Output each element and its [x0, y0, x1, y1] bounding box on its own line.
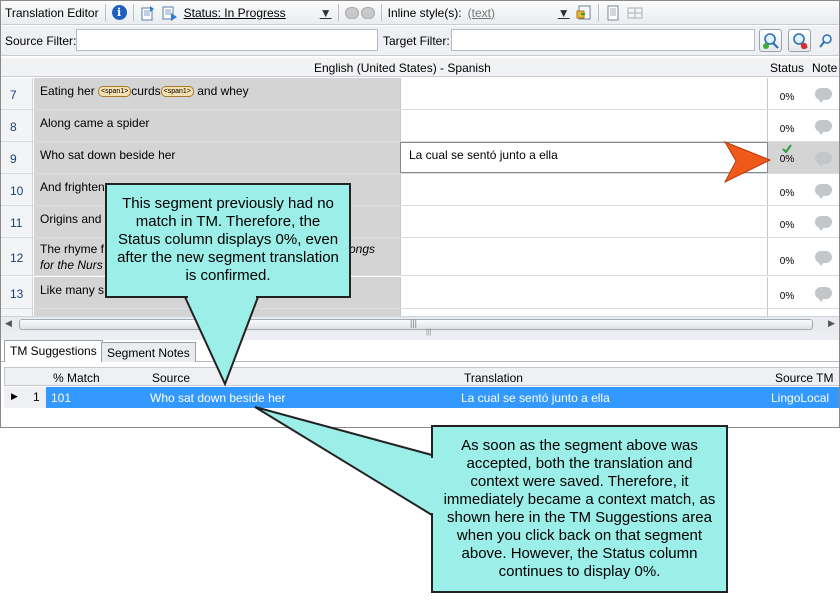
callout-bottom: As soon as the segment above was accepte…	[431, 425, 728, 593]
callout-seam	[430, 458, 435, 513]
callout-seam	[188, 294, 256, 299]
callout-top: This segment previously had no match in …	[105, 183, 351, 298]
